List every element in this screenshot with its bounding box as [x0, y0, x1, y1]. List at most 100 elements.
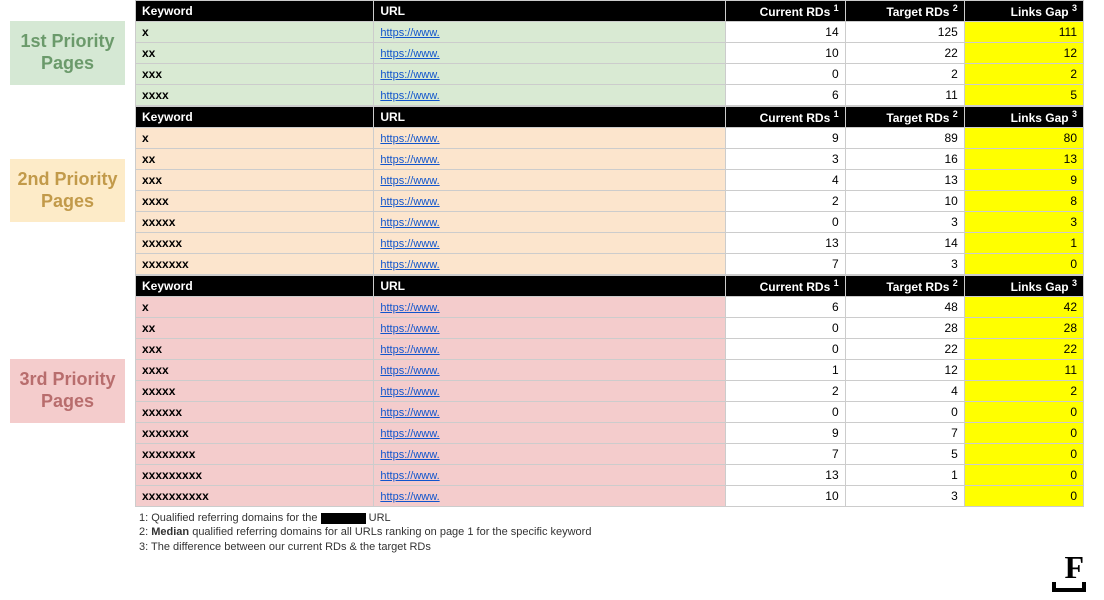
cell-target: 28 [845, 318, 964, 339]
cell-gap: 8 [964, 191, 1083, 212]
cell-url: https://www. [374, 191, 726, 212]
table-row: xx https://www. 0 28 28 [136, 318, 1084, 339]
url-link[interactable]: https://www. [380, 175, 439, 187]
cell-keyword: x [136, 128, 374, 149]
cell-keyword: xx [136, 43, 374, 64]
cell-url: https://www. [374, 444, 726, 465]
table-row: xxx https://www. 0 22 22 [136, 339, 1084, 360]
cell-url: https://www. [374, 128, 726, 149]
url-link[interactable]: https://www. [380, 407, 439, 419]
col-url: URL [374, 276, 726, 297]
cell-current: 2 [726, 191, 845, 212]
cell-target: 16 [845, 149, 964, 170]
cell-gap: 2 [964, 381, 1083, 402]
table-row: xxxxxx https://www. 13 14 1 [136, 233, 1084, 254]
cell-target: 14 [845, 233, 964, 254]
cell-url: https://www. [374, 465, 726, 486]
cell-target: 3 [845, 254, 964, 275]
cell-target: 22 [845, 43, 964, 64]
col-url: URL [374, 1, 726, 22]
cell-target: 48 [845, 297, 964, 318]
cell-url: https://www. [374, 423, 726, 444]
cell-current: 0 [726, 64, 845, 85]
col-current-rds: Current RDs 1 [726, 107, 845, 128]
logo-icon: F [1064, 549, 1084, 586]
url-link[interactable]: https://www. [380, 133, 439, 145]
priority-section: 2nd Priority Pages Keyword URL Current R… [0, 106, 1084, 275]
table-row: xxxxxxx https://www. 7 3 0 [136, 254, 1084, 275]
col-url: URL [374, 107, 726, 128]
url-link[interactable]: https://www. [380, 196, 439, 208]
table-row: xxxxxxxx https://www. 7 5 0 [136, 444, 1084, 465]
col-links-gap: Links Gap 3 [964, 1, 1083, 22]
col-keyword: Keyword [136, 1, 374, 22]
cell-gap: 5 [964, 85, 1083, 106]
cell-gap: 0 [964, 444, 1083, 465]
priority-table: Keyword URL Current RDs 1 Target RDs 2 L… [135, 275, 1084, 507]
priority-section: 3rd Priority Pages Keyword URL Current R… [0, 275, 1084, 507]
cell-current: 10 [726, 43, 845, 64]
priority-table: Keyword URL Current RDs 1 Target RDs 2 L… [135, 106, 1084, 275]
cell-gap: 12 [964, 43, 1083, 64]
cell-current: 3 [726, 149, 845, 170]
cell-keyword: xxxx [136, 85, 374, 106]
cell-gap: 0 [964, 486, 1083, 507]
table-row: xxxxxx https://www. 0 0 0 [136, 402, 1084, 423]
cell-url: https://www. [374, 149, 726, 170]
cell-url: https://www. [374, 22, 726, 43]
url-link[interactable]: https://www. [380, 69, 439, 81]
cell-url: https://www. [374, 360, 726, 381]
cell-url: https://www. [374, 43, 726, 64]
cell-current: 6 [726, 297, 845, 318]
cell-current: 1 [726, 360, 845, 381]
url-link[interactable]: https://www. [380, 386, 439, 398]
cell-current: 14 [726, 22, 845, 43]
cell-url: https://www. [374, 233, 726, 254]
col-current-rds: Current RDs 1 [726, 1, 845, 22]
cell-keyword: xxxxxx [136, 402, 374, 423]
url-link[interactable]: https://www. [380, 48, 439, 60]
cell-target: 3 [845, 486, 964, 507]
cell-url: https://www. [374, 297, 726, 318]
url-link[interactable]: https://www. [380, 90, 439, 102]
cell-gap: 42 [964, 297, 1083, 318]
table-row: xx https://www. 3 16 13 [136, 149, 1084, 170]
logo-underline-icon [1052, 582, 1086, 592]
cell-gap: 80 [964, 128, 1083, 149]
cell-target: 4 [845, 381, 964, 402]
url-link[interactable]: https://www. [380, 238, 439, 250]
cell-url: https://www. [374, 339, 726, 360]
url-link[interactable]: https://www. [380, 449, 439, 461]
table-row: xxxx https://www. 6 11 5 [136, 85, 1084, 106]
url-link[interactable]: https://www. [380, 344, 439, 356]
cell-current: 0 [726, 212, 845, 233]
url-link[interactable]: https://www. [380, 27, 439, 39]
cell-current: 0 [726, 318, 845, 339]
cell-gap: 0 [964, 402, 1083, 423]
url-link[interactable]: https://www. [380, 491, 439, 503]
table-row: xxxxxxxxx https://www. 13 1 0 [136, 465, 1084, 486]
cell-url: https://www. [374, 64, 726, 85]
url-link[interactable]: https://www. [380, 365, 439, 377]
priority-label: 2nd Priority Pages [10, 159, 125, 222]
table-row: x https://www. 6 48 42 [136, 297, 1084, 318]
url-link[interactable]: https://www. [380, 470, 439, 482]
footnote-1: 1: Qualified referring domains for the U… [139, 511, 1104, 525]
cell-target: 13 [845, 170, 964, 191]
cell-gap: 111 [964, 22, 1083, 43]
url-link[interactable]: https://www. [380, 259, 439, 271]
cell-url: https://www. [374, 85, 726, 106]
cell-current: 7 [726, 444, 845, 465]
footnotes: 1: Qualified referring domains for the U… [135, 507, 1104, 554]
priority-label: 3rd Priority Pages [10, 359, 125, 422]
url-link[interactable]: https://www. [380, 154, 439, 166]
url-link[interactable]: https://www. [380, 428, 439, 440]
table-row: xxxxxxx https://www. 9 7 0 [136, 423, 1084, 444]
cell-gap: 2 [964, 64, 1083, 85]
url-link[interactable]: https://www. [380, 302, 439, 314]
table-row: xxx https://www. 4 13 9 [136, 170, 1084, 191]
url-link[interactable]: https://www. [380, 323, 439, 335]
col-current-rds: Current RDs 1 [726, 276, 845, 297]
cell-keyword: xxxxxx [136, 233, 374, 254]
url-link[interactable]: https://www. [380, 217, 439, 229]
